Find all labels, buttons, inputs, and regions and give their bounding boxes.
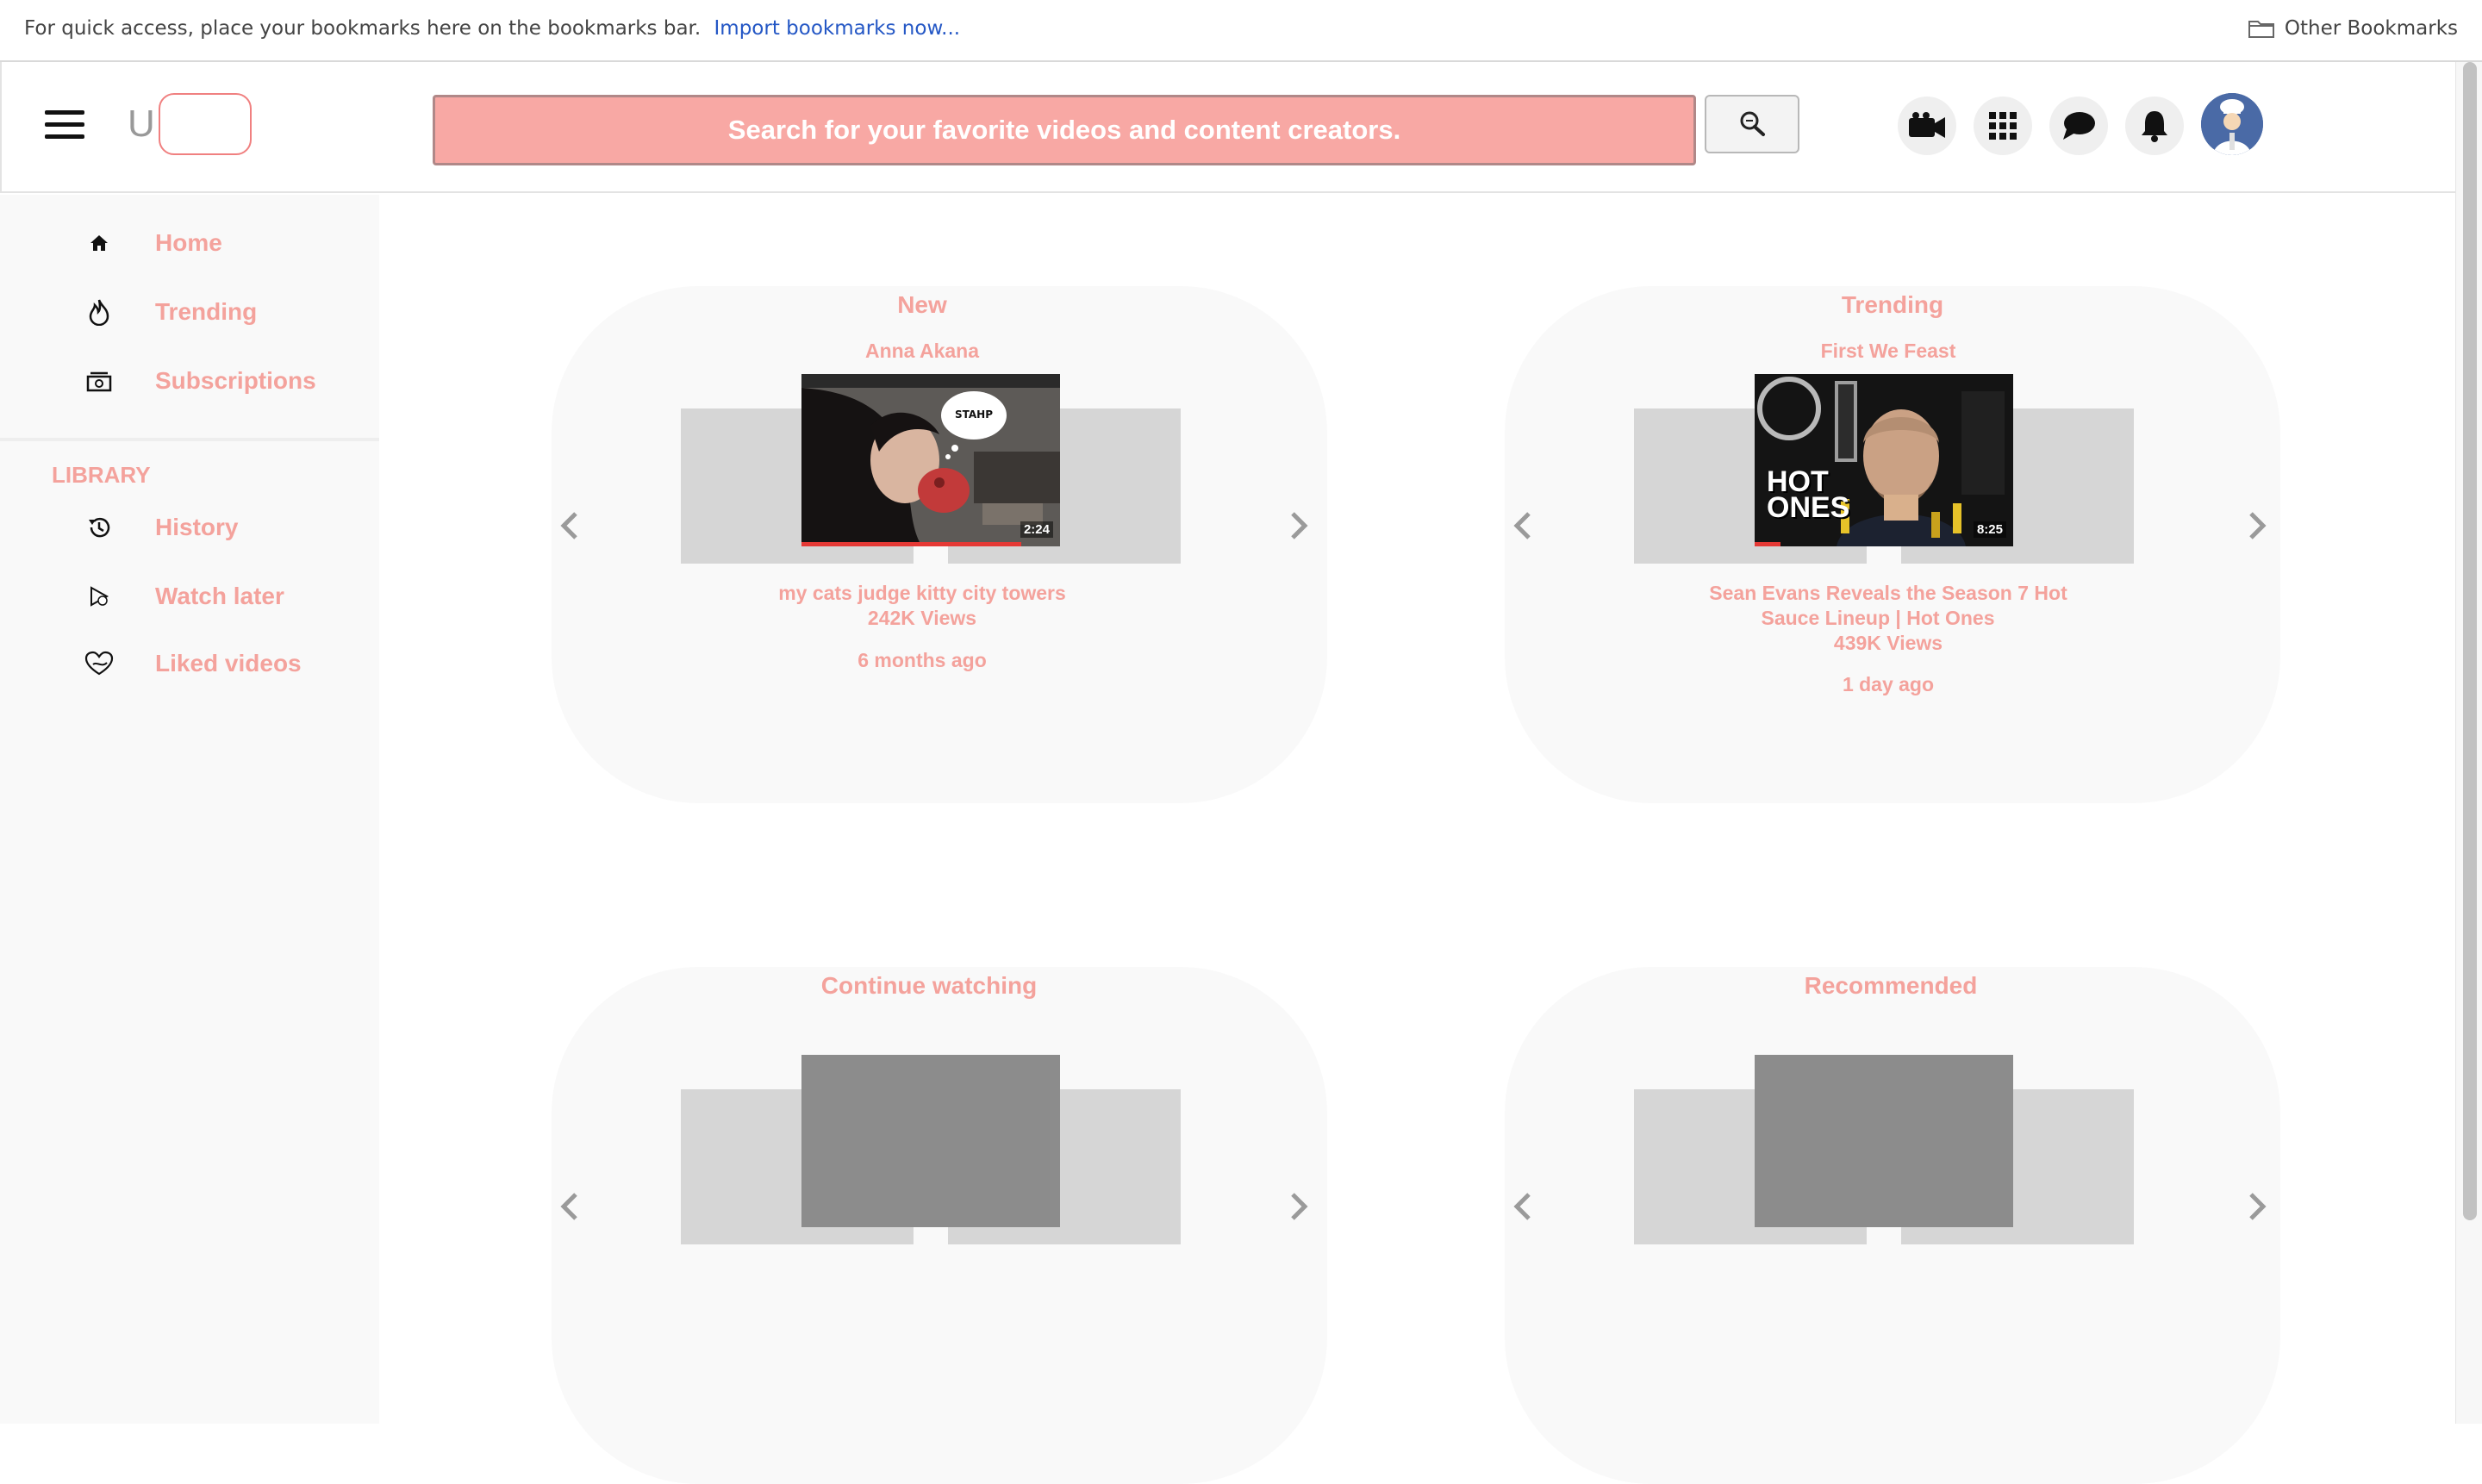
chevron-right-icon[interactable] [1286,508,1312,543]
sidebar-item-label: Trending [155,298,258,325]
folder-icon [2248,21,2274,38]
watch-later-icon [84,582,114,611]
other-bookmarks-label: Other Bookmarks [2284,17,2458,40]
video-title-line-2: Sauce Lineup | Hot Ones [1761,607,1995,629]
sidebar-item-home[interactable]: Home [0,217,379,269]
video-camera-icon [1909,112,1945,138]
video-title-line-1: Sean Evans Reveals the Season 7 Hot [1709,582,2067,604]
view-count: 242K Views [867,607,977,629]
video-thumbnail[interactable]: STAHP 2:24 [801,374,1060,546]
channel-name[interactable]: First We Feast [1505,340,2272,363]
sidebar-divider [0,438,379,441]
import-bookmarks-link[interactable]: Import bookmarks now... [714,17,961,40]
sidebar-item-liked-videos[interactable]: Liked videos [0,638,379,689]
channel-name[interactable]: Anna Akana [552,340,1293,363]
bookmarks-bar: For quick access, place your bookmarks h… [0,0,2482,62]
messages-button[interactable] [2049,97,2108,155]
home-icon [84,228,114,258]
recommended-panel: Recommended [1505,967,2280,1484]
chevron-right-icon[interactable] [1286,1189,1312,1224]
search-icon [1740,111,1765,136]
panel-title: Recommended [1804,972,1978,999]
apps-button[interactable] [1974,97,2032,155]
panel-title: Trending [1841,291,1944,318]
sidebar-item-subscriptions[interactable]: Subscriptions [0,355,379,407]
chat-bubble-icon [2063,112,2095,140]
sidebar: Home Trending Subscriptions LIBRARY Hist… [0,195,379,1424]
hot-ones-logo-line-2: ONES [1767,491,1850,524]
video-placeholder-card[interactable] [801,1055,1060,1227]
sidebar-item-label: Liked videos [155,650,302,677]
chevron-right-icon[interactable] [2244,1189,2270,1224]
upload-age: 6 months ago [857,649,987,671]
library-heading: LIBRARY [52,462,151,488]
bell-icon [2142,111,2167,142]
upload-age: 1 day ago [1842,673,1935,695]
chevron-left-icon[interactable] [557,1189,583,1224]
upload-video-button[interactable] [1898,97,1956,155]
notifications-button[interactable] [2125,97,2184,155]
watch-progress-bar [1755,542,1780,546]
logo-letter: U [128,103,155,145]
video-placeholder-card[interactable] [1755,1055,2013,1227]
avatar-chef-icon [2201,93,2263,155]
video-title[interactable]: my cats judge kitty city towers [552,581,1293,606]
sidebar-item-label: History [155,514,239,540]
search-input[interactable] [433,95,1696,165]
sidebar-item-watch-later[interactable]: Watch later [0,571,379,622]
speech-bubble-text: STAHP [954,408,994,421]
continue-watching-panel: Continue watching [552,967,1327,1484]
new-videos-panel: New Anna Akana STAHP 2:24 my cats judge … [552,286,1327,803]
sidebar-item-label: Watch later [155,583,284,609]
video-thumbnail[interactable]: HOT ONES 8:25 [1755,374,2013,546]
hamburger-menu-icon[interactable] [45,110,84,140]
watch-progress-bar [801,542,1021,546]
scrollbar-thumb[interactable] [2463,62,2477,1220]
hot-ones-logo: HOT ONES [1767,467,1850,524]
search-button[interactable] [1705,95,1799,153]
chevron-right-icon[interactable] [2244,508,2270,543]
chevron-left-icon[interactable] [557,508,583,543]
flame-icon [84,297,114,327]
sidebar-item-history[interactable]: History [0,502,379,553]
grid-icon [1989,112,2017,140]
heart-icon [84,649,114,678]
sidebar-item-label: Home [155,229,222,256]
bookmarks-hint: For quick access, place your bookmarks h… [24,17,960,40]
subscriptions-icon [84,366,114,396]
panel-title: Continue watching [820,972,1038,999]
video-duration: 2:24 [1020,521,1053,538]
sidebar-item-label: Subscriptions [155,367,316,394]
logo-box [158,93,252,155]
logo[interactable]: U [128,90,252,159]
video-duration: 8:25 [1973,521,2006,538]
video-thumbnail-image [801,374,1060,546]
panel-title: New [897,291,947,318]
sidebar-item-trending[interactable]: Trending [0,286,379,338]
view-count: 439K Views [1833,632,1943,654]
chevron-left-icon[interactable] [1510,1189,1536,1224]
video-title[interactable]: Sean Evans Reveals the Season 7 Hot Sauc… [1505,581,2272,631]
page-scrollbar[interactable] [2455,62,2482,1424]
history-icon [84,513,114,542]
chevron-left-icon[interactable] [1510,508,1536,543]
trending-videos-panel: Trending First We Feast HOT ONES 8:25 Se… [1505,286,2280,803]
user-avatar[interactable] [2201,93,2263,155]
other-bookmarks-button[interactable]: Other Bookmarks [2248,17,2458,40]
bookmarks-hint-text: For quick access, place your bookmarks h… [24,17,702,40]
app-header: U [0,62,2456,193]
